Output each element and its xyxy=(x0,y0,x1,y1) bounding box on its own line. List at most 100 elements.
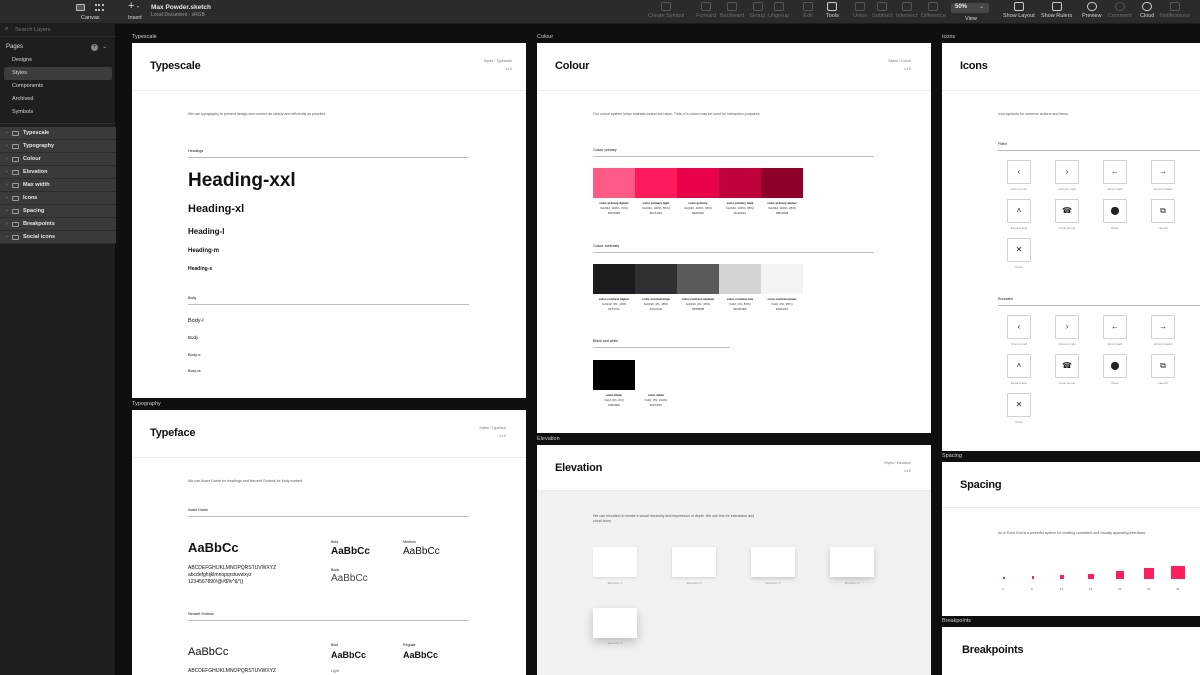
section-heading-primary: Colour primary xyxy=(593,148,617,152)
colour-swatch[interactable] xyxy=(593,168,635,198)
icon-tile[interactable]: › xyxy=(1055,315,1079,339)
page-item-components[interactable]: Components xyxy=(0,80,116,93)
preview-button[interactable]: Preview xyxy=(1082,2,1102,19)
artboard-label-colour[interactable]: Colour xyxy=(537,34,553,41)
colour-swatch[interactable] xyxy=(719,264,761,294)
icon-tile[interactable]: ˄ xyxy=(1007,199,1031,223)
play-icon xyxy=(1086,2,1097,11)
ungroup-button[interactable]: Ungroup xyxy=(768,2,789,19)
zoom-control[interactable]: 50% ⌄ xyxy=(951,3,989,13)
backward-button[interactable]: Backward xyxy=(720,2,744,19)
colour-swatch[interactable] xyxy=(635,360,677,390)
page-item-styles[interactable]: Styles xyxy=(4,67,112,80)
artboard-label-elevation[interactable]: Elevation xyxy=(537,436,560,443)
chevron-down-icon[interactable]: ⌄ xyxy=(102,41,107,54)
colour-swatch[interactable] xyxy=(719,168,761,198)
notifications-button[interactable]: Notifications xyxy=(1160,2,1190,19)
layer-artboard-typescale[interactable]: › Typescale xyxy=(0,127,116,140)
colour-swatch[interactable] xyxy=(677,168,719,198)
layer-artboard-icons[interactable]: › Icons xyxy=(0,192,116,205)
artboard-typography[interactable]: Typeface Styles / Typeface v1.0 We use A… xyxy=(132,410,526,675)
artboard-title: Elevation xyxy=(555,462,603,474)
icon-tile[interactable]: ☎ xyxy=(1055,354,1079,378)
page-item-symbols[interactable]: Symbols xyxy=(0,106,116,119)
insert-label: Insert xyxy=(128,15,142,21)
layer-artboard-colour[interactable]: › Colour xyxy=(0,153,116,166)
layer-artboard-breakpoints[interactable]: › Breakpoints xyxy=(0,218,116,231)
disclosure-icon[interactable]: › xyxy=(6,140,8,153)
disclosure-icon[interactable]: › xyxy=(6,127,8,140)
difference-button[interactable]: Difference xyxy=(921,2,946,19)
spacing-value: 4 xyxy=(1002,587,1004,591)
icon-tile[interactable]: ☎ xyxy=(1055,199,1079,223)
icon-tile[interactable]: ✕ xyxy=(1007,393,1031,417)
cloud-button[interactable]: Cloud xyxy=(1140,2,1154,19)
plus-icon: + xyxy=(128,0,135,12)
disclosure-icon[interactable]: › xyxy=(6,218,8,231)
artboard-label-breakpoints[interactable]: Breakpoints xyxy=(942,618,971,625)
layer-artboard-social-icons[interactable]: › Social icons xyxy=(0,231,116,244)
icon-tile[interactable]: ← xyxy=(1103,315,1127,339)
page-item-label: Symbols xyxy=(12,109,34,115)
icon-tile[interactable]: ⬤ xyxy=(1103,354,1127,378)
show-layout-button[interactable]: Show Layout xyxy=(1003,2,1035,19)
icon-tile[interactable]: › xyxy=(1055,160,1079,184)
artboard-label-typography[interactable]: Typography xyxy=(132,401,161,408)
colour-swatch[interactable] xyxy=(635,264,677,294)
icon-tile[interactable]: ˄ xyxy=(1007,354,1031,378)
artboard-breakpoints[interactable]: Breakpoints xyxy=(942,627,1200,675)
create-symbol-button[interactable]: Create Symbol xyxy=(648,2,684,19)
disclosure-icon[interactable]: › xyxy=(6,166,8,179)
layer-artboard-typography[interactable]: › Typography xyxy=(0,140,116,153)
icon-tile[interactable]: ← xyxy=(1103,160,1127,184)
layer-artboard-elevation[interactable]: › Elevation xyxy=(0,166,116,179)
icon-tile[interactable]: ‹ xyxy=(1007,315,1031,339)
icon-tile[interactable]: ⧉ xyxy=(1151,199,1175,223)
intersect-button[interactable]: Intersect xyxy=(896,2,917,19)
colour-swatch[interactable] xyxy=(677,264,719,294)
colour-swatch[interactable] xyxy=(635,168,677,198)
artboard-elevation[interactable]: Elevation Styles / Elevation v1.0 We use… xyxy=(537,445,931,675)
icon-tile[interactable]: → xyxy=(1151,315,1175,339)
icon-tile[interactable]: ⬤ xyxy=(1103,199,1127,223)
colour-swatch[interactable] xyxy=(593,360,635,390)
group-button[interactable]: Group xyxy=(750,2,765,19)
disclosure-icon[interactable]: › xyxy=(6,231,8,244)
layer-artboard-spacing[interactable]: › Spacing xyxy=(0,205,116,218)
page-item-designs[interactable]: Designs xyxy=(0,54,116,67)
disclosure-icon[interactable]: › xyxy=(6,153,8,166)
artboard-spacing[interactable]: Spacing An 8-Point Grid is a powerful sy… xyxy=(942,462,1200,616)
layer-artboard-max-width[interactable]: › Max width xyxy=(0,179,116,192)
create-symbol-icon xyxy=(661,2,672,11)
disclosure-icon[interactable]: › xyxy=(6,179,8,192)
artboard-label-typescale[interactable]: Typescale xyxy=(132,34,157,41)
icon-tile[interactable]: → xyxy=(1151,160,1175,184)
colour-swatch[interactable] xyxy=(593,264,635,294)
disclosure-icon[interactable]: › xyxy=(6,192,8,205)
insert-button[interactable]: + ▾ Insert xyxy=(126,0,144,22)
disclosure-icon[interactable]: › xyxy=(6,205,8,218)
add-page-icon[interactable]: + xyxy=(91,44,98,51)
artboard-colour[interactable]: Colour Styles / Colour v1.0 Our colour s… xyxy=(537,43,931,433)
union-icon xyxy=(855,2,866,11)
show-rulers-button[interactable]: Show Rulers xyxy=(1041,2,1072,19)
search-field[interactable]: ⌕ Search Layers xyxy=(0,24,116,37)
artboard-typescale[interactable]: Typescale Styles / Typescale v1.0 We use… xyxy=(132,43,526,398)
comment-button[interactable]: Comment xyxy=(1108,2,1132,19)
colour-swatch[interactable] xyxy=(761,264,803,294)
forward-button[interactable]: Forward xyxy=(696,2,716,19)
pages-header[interactable]: Pages + ⌄ xyxy=(0,41,116,54)
canvas-toggle[interactable]: Canvas xyxy=(72,2,110,22)
page-item-archived[interactable]: Archived xyxy=(0,93,116,106)
subtract-button[interactable]: Subtract xyxy=(872,2,892,19)
icon-tile[interactable]: ‹ xyxy=(1007,160,1031,184)
icon-tile[interactable]: ✕ xyxy=(1007,238,1031,262)
edit-button[interactable]: Edit xyxy=(803,2,813,19)
colour-swatch[interactable] xyxy=(761,168,803,198)
union-button[interactable]: Union xyxy=(853,2,867,19)
artboard-icons[interactable]: Icons Icon symbols for common actions an… xyxy=(942,43,1200,451)
icon-tile[interactable]: ⧉ xyxy=(1151,354,1175,378)
tools-button[interactable]: Tools xyxy=(826,2,839,19)
artboard-label-spacing[interactable]: Spacing xyxy=(942,453,962,460)
artboard-label-icons[interactable]: Icons xyxy=(942,34,955,41)
